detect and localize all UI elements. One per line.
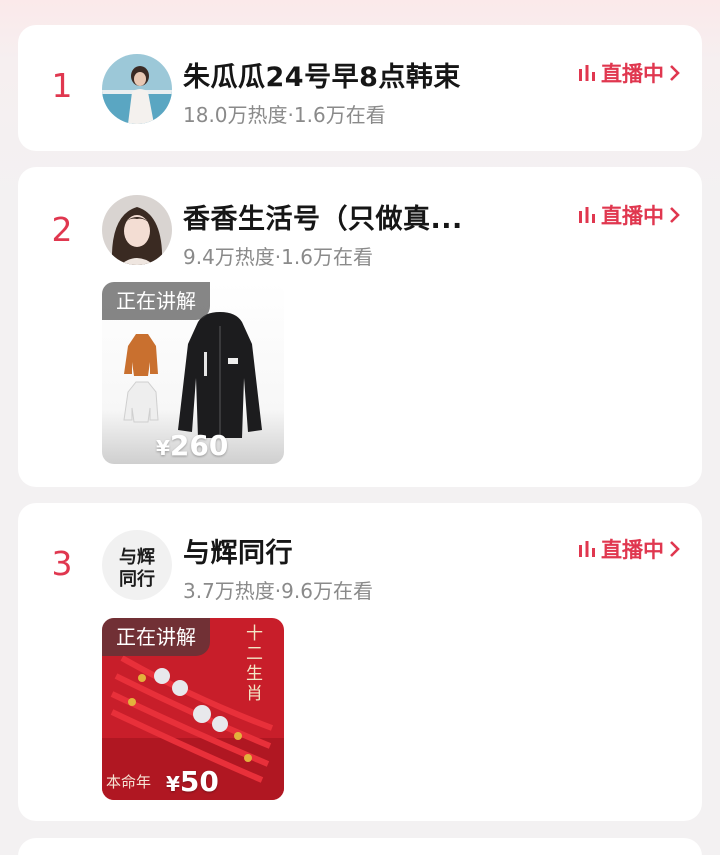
streamer-name[interactable]: 香香生活号（只做真... bbox=[183, 197, 463, 236]
product-thumbnail[interactable]: 十二生肖 本命年 正在讲解 ¥50 bbox=[102, 618, 284, 800]
rank-number: 3 bbox=[51, 544, 73, 583]
price-value: 260 bbox=[169, 429, 229, 462]
live-bars-icon bbox=[577, 63, 597, 83]
stream-card-1[interactable]: 1 朱瓜瓜24号早8点韩束 18.0万热度·1.6万在看 直播中 bbox=[18, 25, 702, 151]
year-corner-text: 本命年 bbox=[106, 773, 152, 791]
live-label: 直播中 bbox=[601, 538, 664, 562]
stream-card-3[interactable]: 3 与辉 同行 与辉同行 3.7万热度·9.6万在看 直播中 十二生肖 本命年 … bbox=[18, 503, 702, 821]
avatar-logo-text-bottom: 同行 bbox=[119, 568, 155, 590]
price-value: 50 bbox=[179, 765, 219, 798]
stream-stats: 9.4万热度·1.6万在看 bbox=[183, 245, 373, 269]
chevron-right-icon bbox=[668, 205, 682, 225]
live-status-button[interactable]: 直播中 bbox=[577, 534, 682, 564]
chevron-right-icon bbox=[668, 539, 682, 559]
name-fade-overlay bbox=[458, 81, 518, 115]
streamer-avatar[interactable] bbox=[102, 195, 172, 265]
explaining-now-tag: 正在讲解 bbox=[102, 618, 210, 656]
live-bars-icon bbox=[577, 539, 597, 559]
product-price: ¥260 bbox=[156, 429, 228, 462]
product-price: ¥50 bbox=[166, 765, 219, 798]
avatar-logo-text-top: 与辉 bbox=[119, 547, 155, 568]
currency-symbol: ¥ bbox=[166, 772, 180, 796]
stream-card-2[interactable]: 2 香香生活号（只做真... 9.4万热度·1.6万在看 直播中 正在讲解 ¥2… bbox=[18, 167, 702, 487]
stream-stats: 3.7万热度·9.6万在看 bbox=[183, 579, 373, 603]
chevron-right-icon bbox=[668, 63, 682, 83]
product-thumbnail[interactable]: 正在讲解 ¥260 bbox=[102, 282, 284, 464]
live-bars-icon bbox=[577, 205, 597, 225]
streamer-avatar[interactable] bbox=[102, 54, 172, 124]
zodiac-side-text: 十二生肖 bbox=[246, 624, 263, 704]
explaining-now-tag: 正在讲解 bbox=[102, 282, 210, 320]
rank-number: 1 bbox=[51, 66, 73, 105]
currency-symbol: ¥ bbox=[156, 436, 170, 460]
streamer-name[interactable]: 与辉同行 bbox=[183, 531, 293, 570]
rank-number: 2 bbox=[51, 210, 73, 249]
live-label: 直播中 bbox=[601, 204, 664, 228]
live-status-button[interactable]: 直播中 bbox=[577, 200, 682, 230]
live-status-button[interactable]: 直播中 bbox=[577, 58, 682, 88]
streamer-avatar[interactable]: 与辉 同行 bbox=[102, 530, 172, 600]
live-label: 直播中 bbox=[601, 62, 664, 86]
stream-card-4[interactable] bbox=[18, 838, 702, 855]
streamer-name[interactable]: 朱瓜瓜24号早8点韩束 bbox=[183, 55, 461, 94]
stream-stats: 18.0万热度·1.6万在看 bbox=[183, 103, 386, 127]
